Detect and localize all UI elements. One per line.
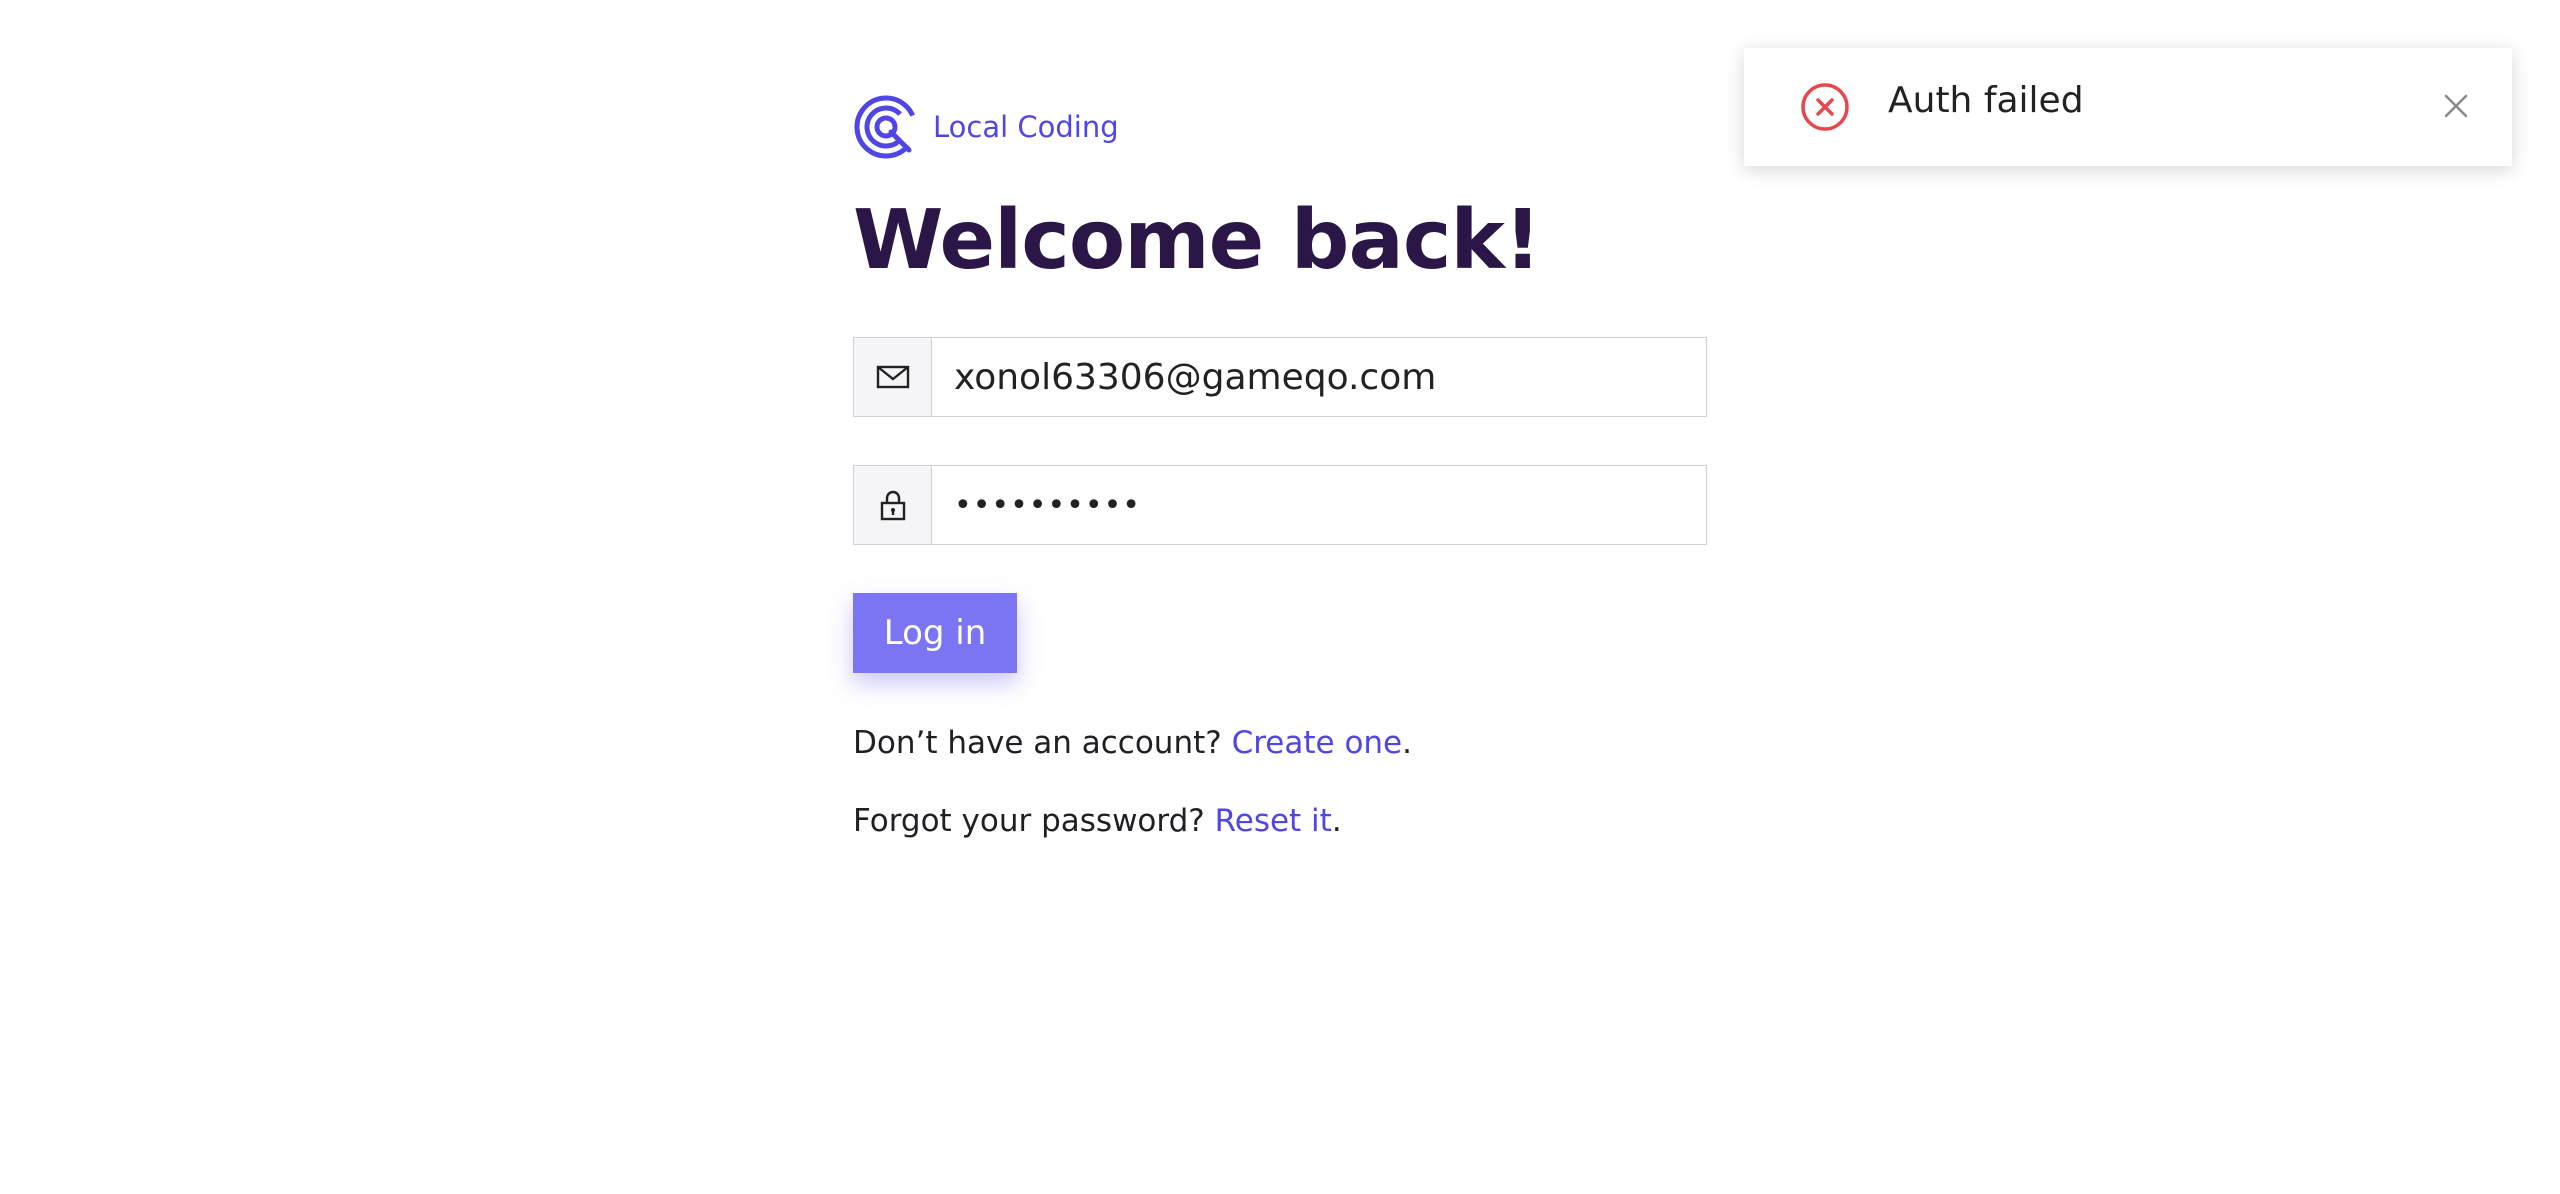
reset-suffix: . bbox=[1331, 803, 1342, 839]
signup-suffix: . bbox=[1402, 725, 1412, 761]
signup-prompt-line: Don’t have an account? Create one. bbox=[853, 725, 1707, 761]
email-addon bbox=[854, 338, 932, 416]
email-field[interactable] bbox=[932, 338, 1706, 416]
error-circle-x-icon bbox=[1801, 83, 1849, 131]
password-addon bbox=[854, 466, 932, 544]
login-button[interactable]: Log in bbox=[853, 593, 1017, 673]
lock-icon bbox=[880, 490, 905, 521]
reset-password-link[interactable]: Reset it bbox=[1215, 803, 1332, 839]
brand-link[interactable]: Local Coding bbox=[853, 94, 1707, 160]
envelope-icon bbox=[876, 365, 909, 389]
reset-prompt-line: Forgot your password? Reset it. bbox=[853, 803, 1707, 839]
error-toast: Auth failed bbox=[1744, 48, 2512, 166]
login-page: Local Coding Welcome back! xonol63306@ga… bbox=[0, 0, 2560, 1194]
reset-prompt-text: Forgot your password? bbox=[853, 803, 1205, 839]
local-coding-logo-icon bbox=[854, 95, 918, 159]
password-field-group bbox=[853, 465, 1707, 545]
page-title: Welcome back! bbox=[853, 193, 1541, 288]
signup-prompt-text: Don’t have an account? bbox=[853, 725, 1222, 761]
password-field[interactable] bbox=[932, 466, 1706, 544]
toast-message: Auth failed bbox=[1888, 80, 2084, 121]
close-icon[interactable] bbox=[2438, 88, 2474, 124]
brand-name: Local Coding bbox=[933, 110, 1119, 144]
login-form-container: Local Coding Welcome back! xonol63306@ga… bbox=[853, 94, 1707, 839]
email-field-group bbox=[853, 337, 1707, 417]
create-account-link[interactable]: Create one bbox=[1232, 725, 1403, 761]
